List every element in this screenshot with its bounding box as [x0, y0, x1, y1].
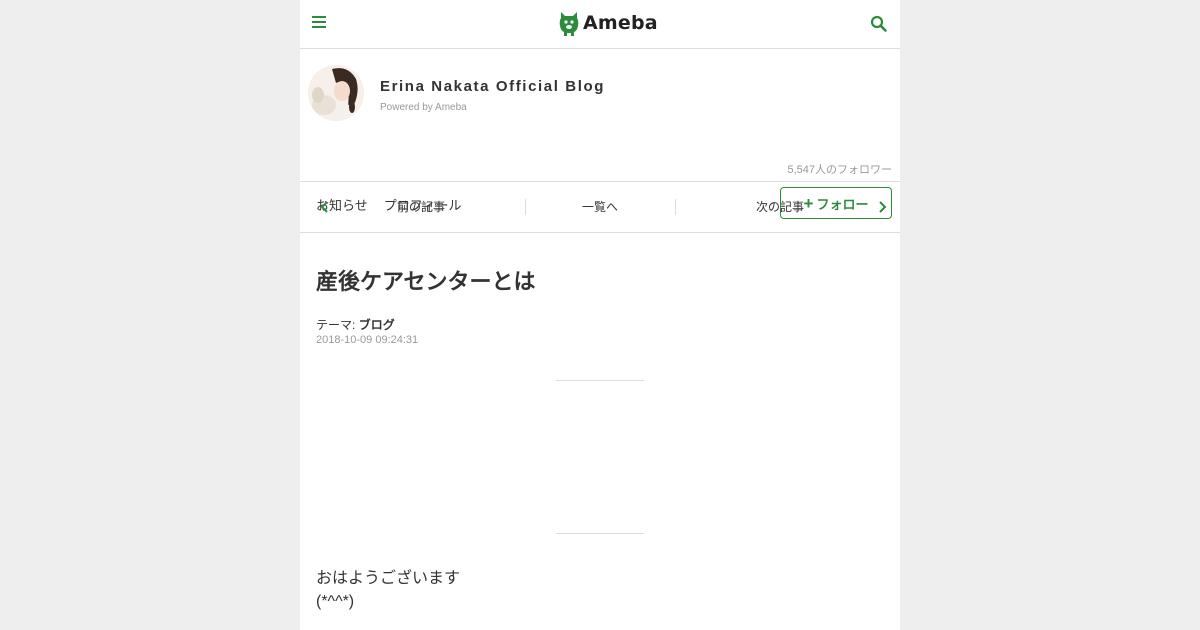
ad-divider-bottom	[556, 533, 644, 534]
hamburger-menu-icon[interactable]	[312, 16, 328, 32]
mobile-page: Ameba Erina Nakata Official Blog Powered…	[300, 0, 900, 630]
theme-link[interactable]: ブログ	[359, 318, 395, 332]
article-title: 産後ケアセンターとは	[316, 269, 536, 294]
chevron-left-icon[interactable]	[320, 200, 330, 214]
follower-count[interactable]: 5,547人のフォロワー	[787, 161, 892, 177]
blog-title-link[interactable]: Erina Nakata Official Blog	[380, 78, 605, 95]
prev-article-link[interactable]: 前の記事	[397, 183, 445, 232]
blog-info: Erina Nakata Official Blog Powered by Am…	[300, 49, 900, 219]
article-date: 2018-10-09 09:24:31	[316, 334, 419, 346]
search-icon[interactable]	[870, 15, 888, 33]
next-article-link[interactable]: 次の記事	[756, 183, 804, 232]
ameba-mascot-icon	[559, 12, 579, 36]
theme-label: テーマ:	[316, 318, 356, 332]
ameba-logo[interactable]: Ameba	[558, 8, 658, 38]
body-line: (*^^*)	[316, 593, 355, 610]
site-header: Ameba	[300, 0, 900, 49]
chevron-right-icon[interactable]	[877, 200, 887, 214]
powered-by-text: Powered by Ameba	[380, 102, 467, 113]
ad-divider-top	[556, 380, 644, 381]
article-body: おはようございます (*^^*)	[316, 567, 460, 613]
pager-divider	[675, 199, 676, 215]
pager-divider	[525, 199, 526, 215]
article-theme: テーマ: ブログ	[316, 316, 395, 333]
body-line: おはようございます	[316, 570, 461, 587]
article-list-link[interactable]: 一覧へ	[582, 183, 618, 232]
avatar[interactable]	[308, 65, 364, 121]
article-pager: 前の記事 一覧へ 次の記事	[300, 183, 900, 233]
logo-text: Ameba	[583, 12, 658, 34]
